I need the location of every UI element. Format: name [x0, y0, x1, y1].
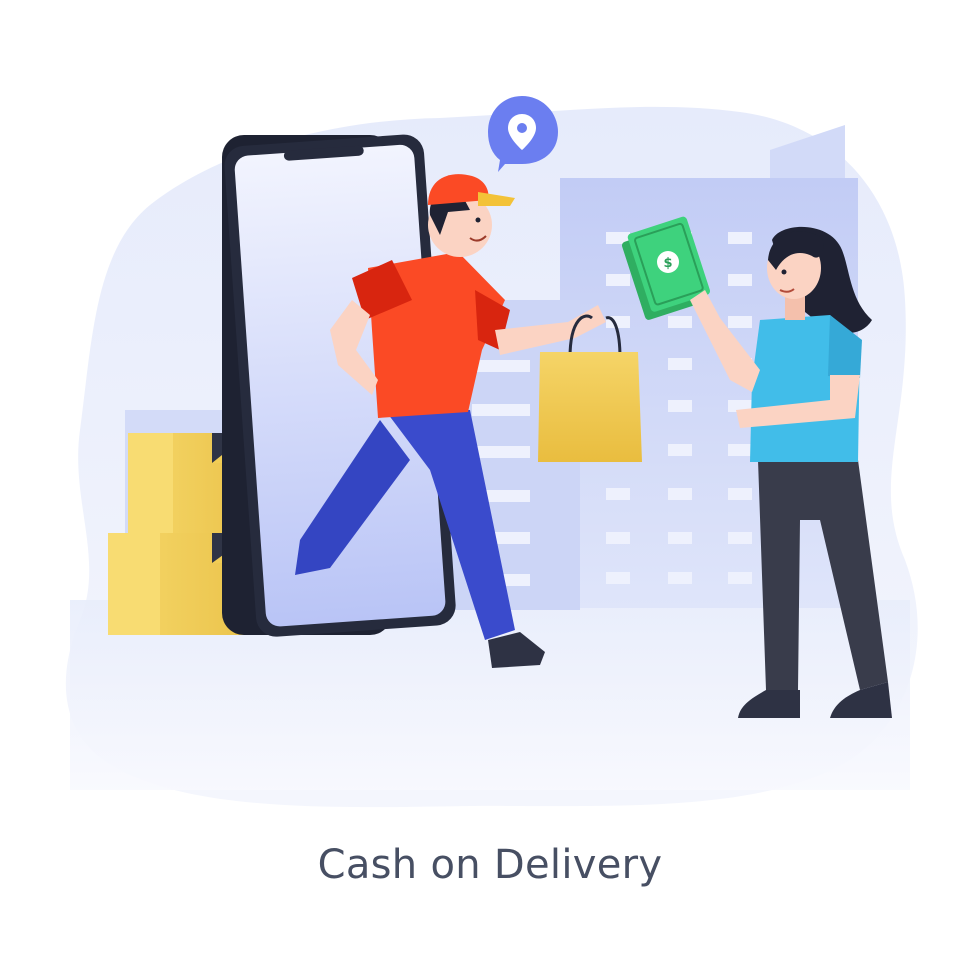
- svg-text:$: $: [663, 256, 672, 271]
- illustration-caption: Cash on Delivery: [317, 842, 663, 888]
- dollar-icon: $: [657, 251, 679, 273]
- cash-on-delivery-illustration: $: [65, 96, 918, 808]
- illustration-canvas: $ Cash on Delivery: [0, 0, 980, 980]
